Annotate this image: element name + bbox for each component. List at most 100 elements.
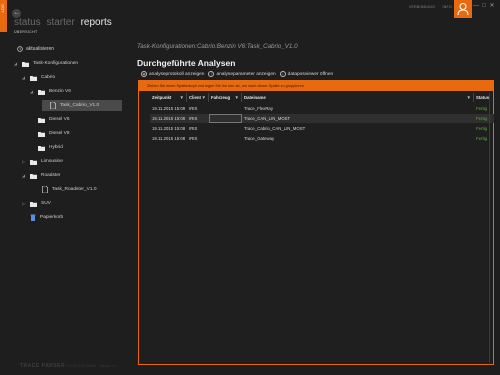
table-row[interactable]: 19.11.2015 15:08 IRIS Trace_Cabrio_CAN_LIN… — [150, 124, 494, 133]
show-protocol-button[interactable]: ◉ analyseprotokoll anzeigen — [141, 71, 204, 77]
row-expander-column — [142, 93, 149, 138]
subnav-overview[interactable]: ÜBERSICHT — [14, 30, 37, 34]
table-row[interactable]: 19.11.2015 15:09 IRIS Trace_FlexRay Fertig — [150, 104, 494, 113]
tree-item[interactable]: ◢ Task-Konfigurationen — [14, 58, 78, 69]
footer-logo: TRACE PARSER — [20, 363, 66, 369]
folder-icon — [38, 145, 45, 151]
cell-zeitpunkt: 19.11.2015 15:09 — [152, 106, 186, 111]
minimize-button[interactable]: — — [472, 3, 480, 9]
cell-client: IRIS — [189, 126, 198, 131]
column-header-fahrzeug[interactable]: Fahrzeug ▼ — [209, 93, 242, 102]
filter-icon[interactable]: ▼ — [235, 93, 239, 102]
tree-item[interactable]: ▷ Limousine — [22, 156, 63, 167]
tree-item-label: Task_Cabrio_V1.0 — [60, 103, 100, 108]
user-icon — [457, 3, 469, 16]
tree-item[interactable]: ▷ SUV — [22, 198, 51, 209]
trash-icon — [30, 214, 36, 221]
tree-expander-icon[interactable]: ▷ — [22, 201, 30, 206]
table-row[interactable]: 19.11.2015 15:08 IRIS Trace_CAN_LIN_MOST Fe… — [150, 114, 494, 123]
search-icon: ⌕ — [279, 71, 286, 77]
tree-item-label: Task-Konfigurationen — [33, 61, 79, 66]
folder-icon — [38, 89, 45, 95]
cell-client: IRIS — [189, 116, 198, 121]
cell-fahrzeug — [209, 114, 242, 123]
tree-item[interactable]: Task_Roadster_V1.0 — [34, 184, 97, 195]
tree-item-label: Cabrio — [41, 75, 56, 80]
tree-expander-icon[interactable]: ◢ — [30, 89, 38, 94]
refresh-icon — [17, 46, 23, 52]
app-side-badge: LOG — [0, 0, 7, 32]
back-arrow-icon: ← — [13, 10, 20, 16]
filter-icon[interactable]: ▼ — [467, 93, 471, 102]
tree-item-label: Hybrid — [49, 145, 63, 150]
tree-item-label: Limousine — [41, 159, 63, 164]
refresh-button[interactable]: aktualisieren — [17, 46, 54, 52]
tab-starter[interactable]: starter — [46, 17, 74, 28]
column-header-zeitpunkt[interactable]: Zeitpunkt ▼ — [150, 93, 187, 102]
tree-expander-icon[interactable]: ◢ — [22, 173, 30, 178]
show-parameters-label: analyseparameter anzeigen — [216, 71, 276, 77]
tree-item[interactable]: Diesel V8 — [30, 128, 70, 139]
cell-zeitpunkt: 19.11.2015 15:08 — [152, 126, 186, 131]
cell-zeitpunkt: 19.11.2015 15:08 — [152, 116, 186, 121]
tree-item[interactable]: Diesel V6 — [30, 114, 70, 125]
tree-expander-icon[interactable]: ◢ — [14, 61, 22, 66]
maximize-button[interactable]: □ — [480, 3, 488, 9]
open-viewer-button[interactable]: ⌕ dataposviewer öffnen — [279, 71, 334, 77]
folder-icon — [30, 159, 37, 165]
tree-item[interactable]: Papierkorb — [22, 212, 63, 223]
cell-dateiname: Trace_Cabrio_CAN_LIN_MOST — [244, 126, 306, 131]
cell-dateiname: Trace_FlexRay — [244, 106, 273, 111]
cell-fahrzeug — [209, 134, 242, 143]
tree-item[interactable]: Hybrid — [30, 142, 63, 153]
folder-icon — [22, 61, 29, 67]
show-parameters-button[interactable]: i analyseparameter anzeigen — [208, 71, 276, 77]
column-header-dateiname[interactable]: Dateiname ▼ — [242, 93, 474, 102]
show-protocol-label: analyseprotokoll anzeigen — [149, 71, 205, 77]
tree-item[interactable]: Task_Cabrio_V1.0 — [42, 100, 122, 111]
document-icon — [42, 186, 48, 193]
info-link[interactable]: INFO — [442, 5, 452, 9]
tree-item[interactable]: ◢ Cabrio — [22, 72, 55, 83]
cell-dateiname: Trace_Gateway — [244, 136, 275, 141]
grid-header: Zeitpunkt ▼ Client ▼ Fahrzeug ▼ Dateiname ▼ … — [150, 93, 494, 102]
page-title: Durchgeführte Analysen — [137, 58, 236, 68]
footer-copyright: © 2015 IRIS GmbH - Version 3.x — [66, 364, 117, 368]
folder-icon — [30, 173, 37, 179]
close-button[interactable]: ✕ — [488, 3, 496, 9]
tree-item-label: SUV — [41, 201, 51, 206]
tree-item[interactable]: ◢ Roadster — [22, 170, 60, 181]
cell-fahrzeug — [209, 104, 242, 113]
cell-client: IRIS — [189, 106, 198, 111]
tree-item[interactable]: ◢ Benzin V6 — [30, 86, 71, 97]
filter-icon[interactable]: ▼ — [202, 93, 206, 102]
tree-item-label: Roadster — [41, 173, 61, 178]
folder-icon — [38, 117, 45, 123]
info-icon: i — [208, 71, 215, 77]
vertical-scrollbar[interactable] — [489, 93, 492, 363]
breadcrumb: Task-Konfigurationen:Cabrio:Benzin V6:Ta… — [137, 43, 298, 50]
filter-icon[interactable]: ▼ — [180, 93, 184, 102]
tree-item-label: Task_Roadster_V1.0 — [52, 187, 97, 192]
analyses-grid: Ziehen Sie einen Spaltenkopf und legen S… — [138, 80, 494, 365]
document-icon — [50, 102, 56, 109]
tree-item-label: Diesel V8 — [49, 131, 70, 136]
analysis-toolbar: ◉ analyseprotokoll anzeigen i analysepar… — [141, 71, 337, 77]
open-viewer-label: dataposviewer öffnen — [287, 71, 334, 77]
tree-item-label: Diesel V6 — [49, 117, 70, 122]
folder-icon — [30, 75, 37, 81]
tree-expander-icon[interactable]: ▷ — [22, 159, 30, 164]
group-by-drop-area[interactable]: Ziehen Sie einen Spaltenkopf und legen S… — [139, 81, 493, 91]
tab-reports[interactable]: reports — [81, 17, 112, 28]
tab-status[interactable]: status — [14, 17, 41, 28]
cell-fahrzeug — [209, 124, 242, 133]
main-nav: status starter reports — [14, 17, 115, 28]
tree-item-label: Benzin V6 — [49, 89, 71, 94]
connection-link[interactable]: VERBINDUNG — [409, 5, 435, 9]
tree-item-label: Papierkorb — [40, 215, 64, 220]
folder-icon — [30, 201, 37, 207]
table-row[interactable]: 19.11.2015 15:08 IRIS Trace_Gateway Fertig — [150, 134, 494, 143]
user-account-button[interactable] — [454, 0, 472, 18]
column-header-client[interactable]: Client ▼ — [187, 93, 209, 102]
tree-expander-icon[interactable]: ◢ — [22, 75, 30, 80]
